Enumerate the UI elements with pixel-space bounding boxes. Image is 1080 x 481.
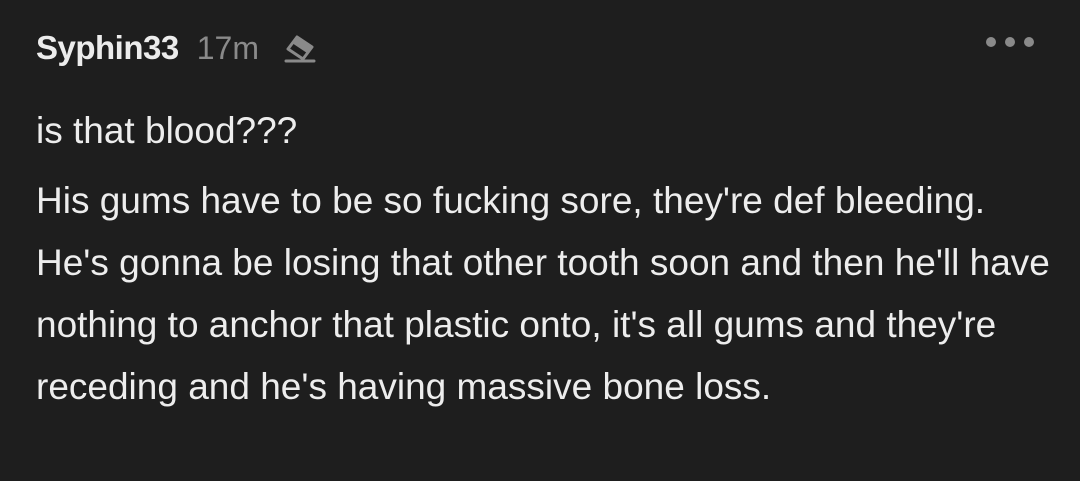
timestamp: 17m (196, 29, 259, 66)
more-dot-icon (1024, 37, 1034, 47)
more-options-button[interactable] (986, 32, 1034, 52)
comment-paragraph: His gums have to be so fucking sore, the… (36, 180, 1050, 407)
comment-paragraph: is that blood??? (36, 110, 298, 151)
more-dot-icon (1005, 37, 1015, 47)
more-dot-icon (986, 37, 996, 47)
comment-meta: Syphin33 17m (36, 24, 317, 72)
comment-body: is that blood??? His gums have to be so … (36, 100, 1056, 418)
eraser-icon (283, 31, 317, 65)
username-link[interactable]: Syphin33 (36, 29, 179, 67)
comment-card: Syphin33 17m is that blood??? His gums h… (0, 0, 1080, 481)
